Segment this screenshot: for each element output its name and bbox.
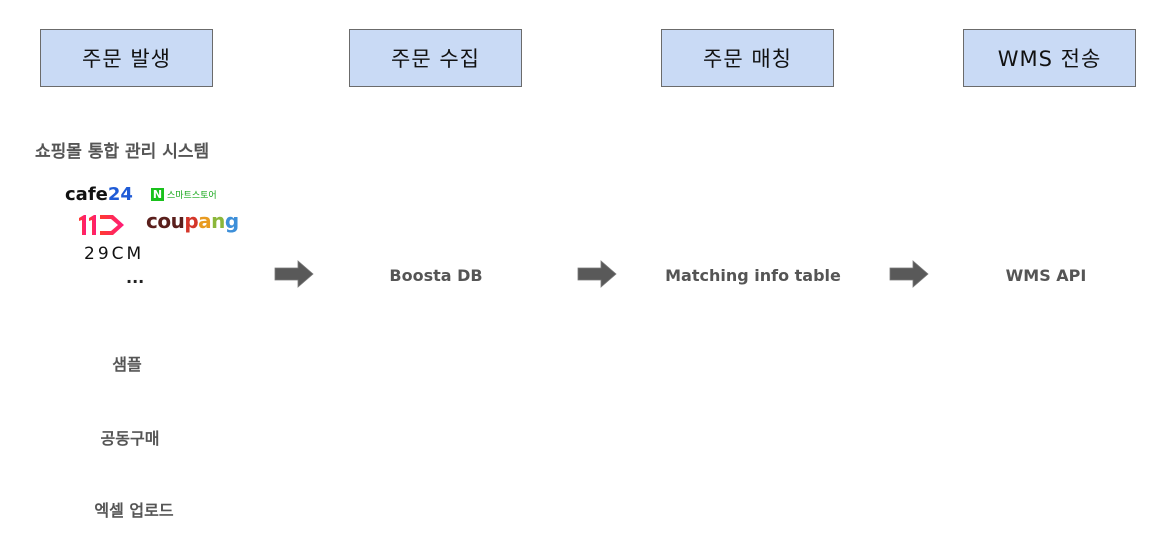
cafe24-logo: cafe24 (65, 184, 133, 205)
source-group-buy: 공동구매 (100, 429, 160, 448)
stage-order-collection: 주문 수집 (349, 29, 522, 87)
right-arrow-icon (577, 260, 617, 288)
coupang-logo-part: cou (146, 209, 185, 233)
coupang-logo-part: g (224, 209, 239, 233)
stage-order-matching: 주문 매칭 (661, 29, 834, 87)
coupang-logo: coupang (146, 209, 239, 233)
smartstore-logo: N 스마트스토어 (151, 188, 217, 201)
node-wms-api: WMS API (1005, 266, 1087, 285)
cafe24-logo-text: cafe (65, 184, 108, 205)
11st-logo-digit-2 (89, 215, 96, 235)
smartstore-logo-text: 스마트스토어 (167, 191, 217, 201)
11st-logo-arrow (100, 215, 124, 235)
coupang-logo-part: p (184, 209, 199, 233)
29cm-logo: 29CM (84, 244, 145, 264)
coupang-logo-part: a (198, 209, 212, 233)
stage-label: 주문 매칭 (703, 47, 792, 71)
cafe24-logo-number: 24 (107, 184, 133, 205)
coupang-logo-part: n (211, 209, 225, 233)
node-boosta-db: Boosta DB (389, 266, 483, 285)
stage-order-occurrence: 주문 발생 (40, 29, 213, 87)
right-arrow-icon (274, 260, 314, 288)
more-sources-ellipsis: ... (126, 268, 145, 287)
node-matching-info-table: Matching info table (665, 266, 841, 285)
stage-label: WMS 전송 (997, 47, 1102, 71)
source-sample: 샘플 (112, 355, 142, 374)
stage-label: 주문 발생 (82, 47, 171, 71)
source-excel-upload: 엑셀 업로드 (94, 501, 174, 520)
stage-wms-transfer: WMS 전송 (963, 29, 1136, 87)
11st-logo-digit-1 (79, 215, 86, 235)
11st-logo (79, 215, 124, 235)
naver-n-icon: N (151, 188, 164, 201)
right-arrow-icon (889, 260, 929, 288)
stage-label: 주문 수집 (391, 47, 480, 71)
integrated-system-title: 쇼핑몰 통합 관리 시스템 (35, 142, 210, 162)
